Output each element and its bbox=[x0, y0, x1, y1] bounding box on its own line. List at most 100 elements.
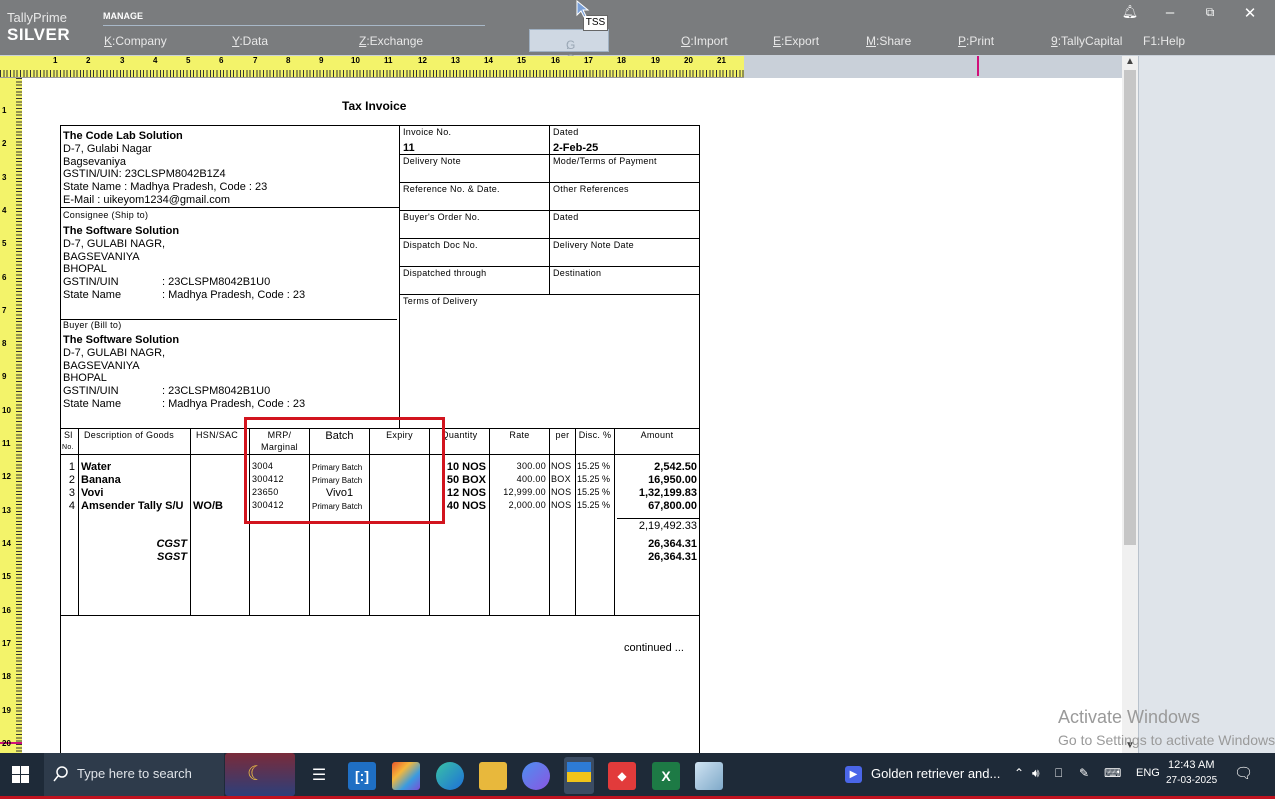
tally-app-icon[interactable]: [:] bbox=[348, 762, 376, 790]
reference-label: Reference No. & Date. bbox=[403, 184, 500, 194]
pen-icon[interactable]: ✎ bbox=[1079, 766, 1089, 780]
dispatch-doc-label: Dispatch Doc No. bbox=[403, 240, 478, 250]
office-icon[interactable] bbox=[392, 762, 420, 790]
ruler-number: 19 bbox=[2, 706, 11, 715]
notifications-icon[interactable]: 🗨︎ bbox=[1234, 764, 1253, 782]
col-no: No. bbox=[62, 444, 74, 451]
buyer-heading: Buyer (Bill to) bbox=[63, 320, 122, 330]
activation-watermark-title: Activate Windows bbox=[1058, 707, 1201, 727]
menu-export[interactable]: E:Export bbox=[773, 34, 819, 48]
task-view-icon[interactable]: ☰ bbox=[305, 762, 333, 790]
item-description: Vovi bbox=[81, 487, 104, 499]
minimize-icon[interactable]: – bbox=[1160, 4, 1180, 21]
cgst-label: CGST bbox=[156, 538, 187, 550]
brand-name: TallyPrime bbox=[7, 10, 67, 25]
ruler-number: 8 bbox=[2, 339, 7, 348]
menu-help[interactable]: F1:Help bbox=[1143, 34, 1185, 48]
bell-icon[interactable]: 🔔︎ bbox=[1120, 4, 1140, 20]
scrollbar-thumb[interactable] bbox=[1124, 70, 1136, 545]
edge-icon[interactable] bbox=[436, 762, 464, 790]
menu-share[interactable]: M:Share bbox=[866, 34, 911, 48]
ruler-number: 15 bbox=[2, 572, 11, 581]
windows-taskbar: Type here to search ☾ ☰ [:] ◆ X ▶ Golden… bbox=[0, 753, 1275, 799]
sgst-amount: 26,364.31 bbox=[648, 551, 697, 563]
copilot-icon[interactable] bbox=[522, 762, 550, 790]
anydesk-icon[interactable]: ◆ bbox=[608, 762, 636, 790]
table-border bbox=[60, 125, 700, 126]
horizontal-ruler: 1 2 3 4 5 6 7 8 9 10 11 12 13 14 15 16 1… bbox=[0, 56, 744, 78]
scroll-up-icon[interactable]: ▲ bbox=[1125, 56, 1135, 67]
item-rate: 400.00 bbox=[516, 474, 546, 484]
brand-edition: SILVER bbox=[7, 25, 71, 44]
search-highlight-image[interactable]: ☾ bbox=[225, 753, 295, 796]
item-amount: 2,542.50 bbox=[654, 461, 697, 473]
col-description: Description of Goods bbox=[84, 430, 175, 440]
consignee-name: The Software Solution bbox=[63, 225, 180, 237]
invoice-no-label: Invoice No. bbox=[403, 127, 452, 137]
item-sl: 3 bbox=[68, 487, 75, 499]
volume-icon[interactable]: 🔊︎ bbox=[1032, 766, 1040, 781]
clock-time[interactable]: 12:43 AM bbox=[1168, 759, 1214, 771]
menu-company[interactable]: K:Company bbox=[104, 34, 167, 48]
ruler-number: 8 bbox=[286, 56, 291, 65]
highlight-annotation bbox=[244, 417, 445, 524]
vertical-scrollbar[interactable]: ▲ ▼ bbox=[1122, 56, 1138, 753]
invoice-no: 11 bbox=[403, 142, 415, 154]
ruler-number: 2 bbox=[2, 139, 7, 148]
item-amount: 67,800.00 bbox=[648, 500, 697, 512]
item-per: BOX bbox=[551, 474, 571, 484]
ruler-number: 11 bbox=[2, 439, 11, 448]
table-border bbox=[699, 125, 700, 753]
ruler-number: 10 bbox=[351, 56, 360, 65]
menu-print[interactable]: P:Print bbox=[958, 34, 994, 48]
ruler-number: 9 bbox=[319, 56, 324, 65]
order-dated-label: Dated bbox=[553, 212, 579, 222]
menu-data[interactable]: Y:Data bbox=[232, 34, 268, 48]
ruler-number: 20 bbox=[2, 739, 11, 748]
section-label: MANAGE bbox=[103, 11, 143, 21]
network-icon[interactable]: ⎕ bbox=[1055, 766, 1062, 781]
keyboard-icon[interactable]: ⌨ bbox=[1104, 766, 1121, 780]
file-explorer-icon[interactable] bbox=[479, 762, 507, 790]
menu-goto[interactable]: G: Go To bbox=[529, 29, 609, 80]
notes-app-icon[interactable] bbox=[695, 762, 723, 790]
restore-icon[interactable]: ⧉ bbox=[1200, 5, 1220, 20]
item-discount: 15.25 % bbox=[577, 500, 611, 510]
menu-import[interactable]: O:Import bbox=[681, 34, 728, 48]
language-indicator[interactable]: ENG bbox=[1136, 767, 1160, 779]
tray-chevron-icon[interactable]: ⌃ bbox=[1014, 766, 1024, 780]
ruler-number: 6 bbox=[2, 273, 7, 282]
taskbar-search-box[interactable]: Type here to search bbox=[44, 753, 224, 796]
taskbar-news-title[interactable]: Golden retriever and... bbox=[871, 766, 1000, 781]
ruler-number: 1 bbox=[53, 56, 58, 65]
consignee-address: D-7, GULABI NAGR, bbox=[63, 238, 166, 250]
continued-text: continued ... bbox=[624, 642, 684, 654]
active-window-icon[interactable] bbox=[564, 757, 594, 794]
other-references-label: Other References bbox=[553, 184, 629, 194]
ruler-number: 3 bbox=[120, 56, 125, 65]
sgst-label: SGST bbox=[157, 551, 187, 563]
ruler-number: 7 bbox=[2, 306, 7, 315]
windows-start-icon[interactable] bbox=[12, 766, 29, 783]
consignee-state-label: State Name bbox=[63, 289, 122, 301]
search-icon bbox=[53, 766, 68, 782]
excel-icon[interactable]: X bbox=[652, 762, 680, 790]
table-border bbox=[399, 238, 699, 239]
ruler-number: 6 bbox=[219, 56, 224, 65]
consignee-heading: Consignee (Ship to) bbox=[63, 210, 149, 220]
table-border bbox=[60, 615, 700, 616]
close-icon[interactable]: ✕ bbox=[1240, 4, 1260, 22]
seller-address: Bagsevaniya bbox=[63, 156, 126, 168]
table-border bbox=[60, 125, 61, 753]
menu-tallycapital[interactable]: 9:TallyCapital bbox=[1051, 34, 1122, 48]
col-disc: Disc. % bbox=[578, 430, 612, 440]
ruler-number: 5 bbox=[2, 239, 7, 248]
menu-exchange[interactable]: Z:Exchange bbox=[359, 34, 423, 48]
ruler-number: 16 bbox=[551, 56, 560, 65]
item-amount: 16,950.00 bbox=[648, 474, 697, 486]
clock-date[interactable]: 27-03-2025 bbox=[1166, 775, 1217, 786]
media-play-icon[interactable]: ▶ bbox=[845, 766, 862, 783]
dated-label: Dated bbox=[553, 127, 579, 137]
vertical-ruler: 1 2 3 4 5 6 7 8 9 10 11 12 13 14 15 16 1… bbox=[0, 78, 22, 753]
delivery-note-label: Delivery Note bbox=[403, 156, 461, 166]
